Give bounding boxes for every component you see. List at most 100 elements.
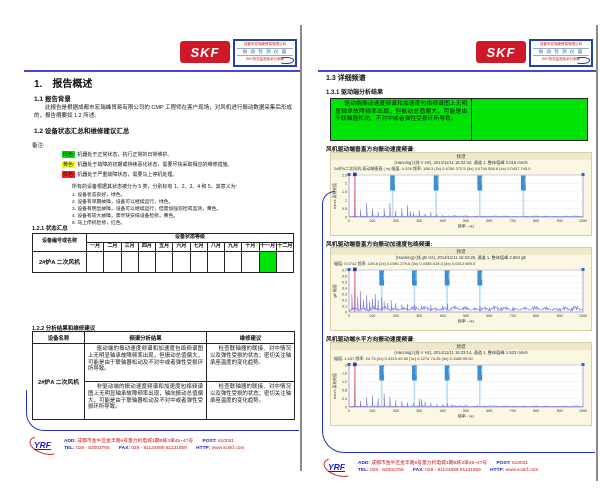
distributor-logo: 成都市宏瑞峰贸易有限公司 振 动 检 测 仪 器 SKF状态监测技术分销商 bbox=[529, 39, 593, 67]
address-value: 成都市金牛区金丰路6号量力机电城1期B栋3单45~47号 bbox=[371, 461, 488, 466]
page-footer: YRF ADD: 成都市金牛区金丰路6号量力机电城1期B栋3单45~47号 PO… bbox=[321, 454, 594, 481]
footer-swoosh-line bbox=[322, 205, 595, 453]
svg-text:1.5: 1.5 bbox=[342, 190, 347, 194]
table2-header-advice: 维修建议 bbox=[206, 331, 295, 344]
yellow-status-chip: 黄色: bbox=[62, 161, 76, 168]
post-label: POST: bbox=[202, 439, 217, 444]
classification-item-2: 2. 设备有早期故障，设备可以继续运行，绿色。 bbox=[72, 200, 174, 205]
status-cell bbox=[85, 250, 105, 273]
yrf-logo: YRF bbox=[27, 432, 64, 459]
report-page-2: SKF 成都市宏瑞峰贸易有限公司 振 动 检 测 仪 器 SKF状态监测技术分销… bbox=[318, 25, 598, 481]
svg-text:186.3: 186.3 bbox=[393, 177, 397, 185]
device-name-cell: 2#炉A 二次风机 bbox=[32, 250, 87, 273]
tel-value: 028 - 82002766 bbox=[76, 446, 110, 451]
legend-text: 机器处于故障的初期或持续恶化状态，需要尽快采取相应的维修措施。 bbox=[77, 162, 233, 168]
table1-device-header: 设备编号或名称 bbox=[32, 233, 87, 252]
month-header: 五月 bbox=[154, 241, 174, 252]
http-label: HTTP: bbox=[196, 446, 211, 451]
svg-text:1: 1 bbox=[345, 199, 347, 203]
month-header: 九月 bbox=[223, 241, 243, 252]
page-footer: YRF ADD: 成都市金牛区金丰路6号量力机电城1期B栋3单45~47号 PO… bbox=[27, 432, 298, 459]
skf-logo: SKF bbox=[476, 41, 526, 63]
report-page-1: SKF 成都市宏瑞峰贸易有限公司 振 动 检 测 仪 器 SKF状态监测技术分销… bbox=[24, 25, 302, 471]
fax-value: 028 - 81134599 81131859 bbox=[425, 468, 481, 473]
month-header: 十月 bbox=[241, 241, 260, 252]
tel-value: 028 - 82002766 bbox=[370, 468, 404, 473]
status-cell bbox=[206, 250, 226, 273]
table2-header-result: 频谱分析结果 bbox=[84, 331, 207, 344]
http-value: www.scskf.com bbox=[211, 446, 245, 451]
svg-text:2: 2 bbox=[345, 182, 347, 186]
yrf-logo-text: YRF bbox=[328, 462, 345, 472]
classification-item-5: 5. 马上停机检修，红色。 bbox=[72, 221, 126, 226]
swoosh-arrow-icon bbox=[576, 57, 590, 64]
status-cell bbox=[189, 250, 208, 273]
note-label: 备注: bbox=[32, 143, 45, 149]
table-row: 2#炉A 二次风机 bbox=[32, 250, 295, 273]
advice-cell: 检查联轴器的联接、对中情况以及弹性受损的状态；密切关注轴承座温度的变化趋势。 bbox=[206, 343, 295, 382]
month-header: 八月 bbox=[206, 241, 226, 252]
summary-text-cell: 驱动端振动速度频谱和加速度包络频谱图上无明显轴承故障频率出现，但振动总值偏大，可… bbox=[329, 98, 473, 141]
http-value: www.scskf.com bbox=[505, 468, 539, 473]
post-value: 610031 bbox=[218, 439, 235, 444]
distributor-subtitle: 振 动 检 测 仪 器 bbox=[237, 48, 293, 56]
status-cell bbox=[120, 250, 139, 273]
month-header: 四月 bbox=[137, 241, 157, 252]
fax-label: FAX: bbox=[412, 468, 424, 473]
section-heading-1: 1. 报告概述 bbox=[34, 79, 93, 90]
header-rule bbox=[318, 70, 596, 72]
svg-text:558.8: 558.8 bbox=[480, 177, 484, 185]
distributor-name: 成都市宏瑞峰贸易有限公司 bbox=[244, 42, 286, 46]
skf-logo-text: SKF bbox=[486, 44, 516, 60]
tel-label: TEL: bbox=[358, 468, 369, 473]
legend-row-red: 红色: 机器处于严重故障状态，需要马上停机处理。 bbox=[62, 171, 177, 178]
footer-contact: ADD: 成都市金牛区金丰路6号量力机电城1期B栋3单45~47号 POST: … bbox=[64, 436, 244, 457]
header-rule bbox=[24, 70, 300, 72]
fax-value: 028 - 81134599 81131859 bbox=[131, 446, 187, 451]
status-cell bbox=[103, 250, 122, 273]
skf-logo: SKF bbox=[180, 41, 230, 63]
month-header: 七月 bbox=[189, 241, 208, 252]
table2-header-device: 设备名称 bbox=[32, 331, 85, 344]
yrf-logo-text: YRF bbox=[34, 440, 51, 450]
background-paragraph: 此报告是根据成都市宏瑞峰贸易有限公司的 CMP 工程师在客户现场，对风机进行振动… bbox=[34, 105, 292, 119]
table-row: 驱动端振动速度频谱和加速度包络频谱图上无明显轴承故障频率出现，但振动总值偏大，可… bbox=[329, 98, 588, 141]
summary-empty-cell bbox=[471, 98, 588, 141]
fax-label: FAX: bbox=[118, 446, 130, 451]
svg-text:372.5: 372.5 bbox=[436, 177, 440, 185]
classification-item-3: 3. 设备有明显故障，设备可以继续运行，但需加强巡检或监测，黄色。 bbox=[72, 207, 222, 212]
address-value: 成都市金牛区金丰路6号量力机电城1期B栋3单45~47号 bbox=[77, 439, 194, 444]
legend-row-yellow: 黄色: 机器处于故障的初期或持续恶化状态，需要尽快采取相应的维修措施。 bbox=[62, 161, 232, 168]
month-header: 十二月 bbox=[275, 241, 295, 252]
section-heading-1-1: 1.1 报告背景 bbox=[34, 96, 71, 103]
status-cell-green bbox=[258, 250, 277, 273]
address-label: ADD: bbox=[64, 439, 76, 444]
legend-row-green: 绿色: 机器处于正常状态，执行正常的日常维护。 bbox=[62, 151, 172, 158]
month-header: 一月 bbox=[85, 241, 105, 252]
table-row: 2#炉A 二次风机 驱动端的振动速度频谱和加速度包络频谱图上无明显轴承故障频率出… bbox=[32, 343, 295, 420]
tel-label: TEL: bbox=[64, 446, 75, 451]
report-canvas: SKF 成都市宏瑞峰贸易有限公司 振 动 检 测 仪 器 SKF状态监测技术分销… bbox=[0, 0, 600, 500]
classification-item-4: 4. 设备有较大故障，需尽快安排设备检修，黄色。 bbox=[72, 214, 179, 219]
distributor-logo: 成都市宏瑞峰贸易有限公司 振 动 检 测 仪 器 SKF状态监测技术分销商 bbox=[233, 39, 297, 67]
footer-swoosh-line bbox=[26, 390, 299, 431]
swoosh-arrow-icon bbox=[280, 57, 294, 64]
month-header: 三月 bbox=[120, 241, 139, 252]
cursor-handle bbox=[353, 172, 357, 177]
distributor-subtitle: 振 动 检 测 仪 器 bbox=[533, 48, 589, 56]
footer-contact: ADD: 成都市金牛区金丰路6号量力机电城1期B栋3单45~47号 POST: … bbox=[358, 458, 538, 479]
section-heading-1-2-1: 1.2.1 状态汇总 bbox=[32, 226, 68, 232]
classification-intro: 所有的设备根据其状态被分为 5 类，分别标有 1、2、3、4 和 5，其意义为: bbox=[72, 184, 238, 190]
green-status-chip: 绿色: bbox=[62, 151, 76, 158]
status-cell bbox=[154, 250, 174, 273]
skf-logo-text: SKF bbox=[190, 44, 220, 60]
c-tab: 频谱 bbox=[331, 153, 591, 160]
legend-text: 机器处于正常状态，执行正常的日常维护。 bbox=[77, 152, 173, 158]
post-value: 610031 bbox=[512, 461, 529, 466]
status-cell bbox=[223, 250, 243, 273]
status-cell bbox=[137, 250, 157, 273]
yrf-logo: YRF bbox=[321, 454, 358, 481]
month-header: 十一月 bbox=[258, 241, 277, 252]
section-heading-1-2: 1.2 设备状态汇总和维修建议汇总 bbox=[34, 128, 130, 135]
classification-item-1: 1. 设备状态良好，绿色。 bbox=[72, 193, 126, 198]
